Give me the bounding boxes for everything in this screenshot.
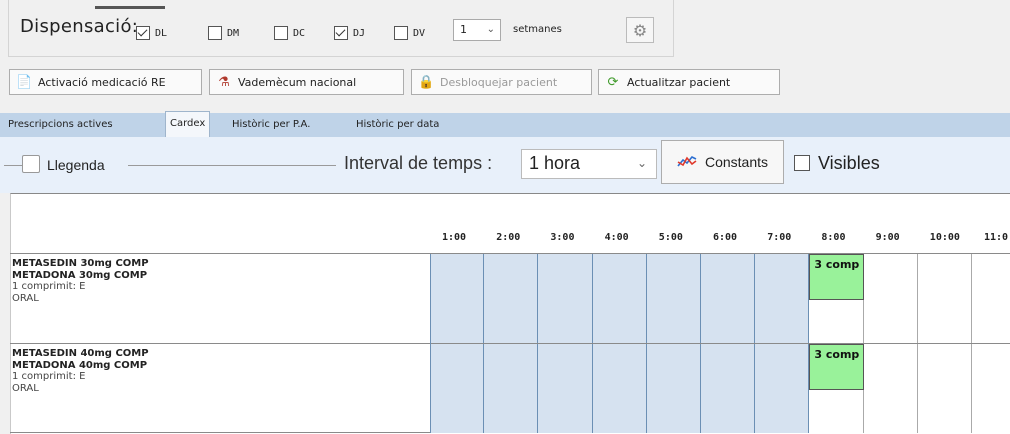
- flask-icon: ⚗: [218, 74, 230, 90]
- tab-historic-data[interactable]: Històric per data: [352, 113, 443, 137]
- legend-divider: [4, 165, 22, 166]
- dispensation-label: Dispensació:: [20, 16, 139, 37]
- day-label-dj: DJ: [353, 27, 366, 39]
- unlock-patient-label: Desbloquejar pacient: [440, 75, 558, 89]
- settings-button[interactable]: ⚙: [626, 17, 654, 43]
- gear-icon: ⚙: [632, 20, 648, 40]
- hour-label: 4:00: [604, 232, 629, 243]
- schedule-cell[interactable]: [430, 344, 485, 433]
- vademecum-label: Vademècum nacional: [238, 75, 357, 89]
- hour-label: 9:00: [875, 232, 900, 243]
- checkbox-unchecked-icon[interactable]: [274, 26, 288, 40]
- weeks-select[interactable]: 1 ⌄: [453, 19, 501, 41]
- vitals-chart-icon: [677, 154, 697, 171]
- column-divider: [430, 254, 431, 433]
- schedule-cell[interactable]: [917, 344, 972, 433]
- interval-label: Interval de temps :: [344, 153, 493, 173]
- prescription-icon: 📄: [16, 74, 33, 90]
- hour-label: 8:00: [821, 232, 846, 243]
- hour-label: 10:00: [929, 232, 960, 243]
- hour-label: 11:0: [984, 232, 1009, 243]
- checkbox-checked-icon[interactable]: [334, 26, 348, 40]
- interval-value: 1 hora: [529, 153, 581, 173]
- day-checkbox-dl[interactable]: DL: [136, 26, 167, 40]
- schedule-cell[interactable]: [917, 254, 972, 343]
- schedule-cell[interactable]: [972, 344, 1010, 433]
- day-checkbox-dm[interactable]: DM: [208, 26, 239, 40]
- schedule-cell[interactable]: [430, 254, 485, 343]
- scheduled-dose[interactable]: 3 comp: [809, 254, 864, 300]
- constants-button[interactable]: Constants: [661, 140, 784, 184]
- hour-label: 7:00: [767, 232, 792, 243]
- update-patient-button[interactable]: ⟳ Actualitzar pacient: [598, 69, 780, 95]
- legend-label: Llegenda: [47, 157, 105, 173]
- medication-route: ORAL: [12, 382, 39, 394]
- medication-row-2[interactable]: METASEDIN 40mg COMP METADONA 40mg COMP 1…: [12, 348, 149, 394]
- day-checkbox-dc[interactable]: DC: [274, 26, 305, 40]
- checkbox-unchecked-icon[interactable]: [208, 26, 222, 40]
- update-patient-label: Actualitzar pacient: [627, 75, 731, 89]
- medication-generic-name: METADONA 30mg COMP: [12, 269, 148, 281]
- activate-medication-button[interactable]: 📄 Activació medicació RE: [9, 69, 202, 95]
- schedule-cell[interactable]: [646, 344, 701, 433]
- medication-generic-name: METADONA 40mg COMP: [12, 359, 148, 371]
- activate-medication-label: Activació medicació RE: [38, 75, 166, 89]
- tab-prescripcions-actives[interactable]: Prescripcions actives: [4, 113, 117, 137]
- day-label-dc: DC: [293, 27, 306, 39]
- day-label-dm: DM: [227, 27, 240, 39]
- legend-divider: [128, 165, 336, 166]
- hour-label: 3:00: [550, 232, 575, 243]
- schedule-cell[interactable]: [972, 254, 1010, 343]
- visibles-label: Visibles: [818, 153, 880, 173]
- schedule-cell[interactable]: [592, 344, 647, 433]
- day-label-dv: DV: [413, 27, 426, 39]
- schedule-cell[interactable]: [484, 254, 539, 343]
- schedule-cell[interactable]: [484, 344, 539, 433]
- schedule-cell[interactable]: [755, 254, 810, 343]
- checkbox-unchecked-icon[interactable]: [394, 26, 408, 40]
- unlock-patient-button[interactable]: 🔒 Desbloquejar pacient: [411, 69, 592, 95]
- tab-cardex[interactable]: Cardex: [165, 111, 211, 137]
- tab-historic-pa[interactable]: Històric per P.A.: [228, 113, 314, 137]
- constants-label: Constants: [704, 154, 769, 170]
- medication-dose: 1 comprimit: E: [12, 371, 86, 382]
- medication-route: ORAL: [12, 292, 39, 304]
- schedule-cell[interactable]: [755, 344, 810, 433]
- medication-row-1[interactable]: METASEDIN 30mg COMP METADONA 30mg COMP 1…: [12, 258, 149, 304]
- visibles-checkbox[interactable]: [794, 155, 810, 171]
- tab-strip: Prescripcions actives Cardex Històric pe…: [0, 111, 1010, 137]
- day-label-dl: DL: [155, 27, 168, 39]
- hour-label: 6:00: [713, 232, 738, 243]
- hour-label: 1:00: [442, 232, 467, 243]
- schedule-cell[interactable]: [538, 344, 593, 433]
- legend-checkbox[interactable]: [22, 155, 40, 173]
- medication-dose: 1 comprimit: E: [12, 281, 86, 292]
- schedule-cell[interactable]: [863, 344, 918, 433]
- medication-name: METASEDIN 30mg COMP: [12, 258, 149, 269]
- day-checkbox-dv[interactable]: DV: [394, 26, 425, 40]
- schedule-cell[interactable]: [701, 254, 756, 343]
- chevron-down-icon: ⌄: [637, 156, 648, 170]
- hour-label: 5:00: [658, 232, 683, 243]
- weeks-unit-label: setmanes: [513, 24, 562, 35]
- schedule-cell[interactable]: [863, 254, 918, 343]
- refresh-icon: ⟳: [607, 74, 619, 90]
- weeks-value: 1: [460, 23, 467, 36]
- schedule-cell[interactable]: [701, 344, 756, 433]
- checkbox-checked-icon[interactable]: [136, 26, 150, 40]
- schedule-cell[interactable]: [646, 254, 701, 343]
- chevron-down-icon: ⌄: [486, 24, 495, 35]
- vademecum-button[interactable]: ⚗ Vademècum nacional: [209, 69, 404, 95]
- lock-icon: 🔒: [418, 74, 435, 90]
- schedule-cell[interactable]: [538, 254, 593, 343]
- medication-name: METASEDIN 40mg COMP: [12, 348, 149, 359]
- day-checkbox-dj[interactable]: DJ: [334, 26, 365, 40]
- clipped-text-fragment: [95, 0, 165, 9]
- hour-label: 2:00: [496, 232, 521, 243]
- schedule-cell[interactable]: [592, 254, 647, 343]
- scheduled-dose[interactable]: 3 comp: [809, 344, 864, 390]
